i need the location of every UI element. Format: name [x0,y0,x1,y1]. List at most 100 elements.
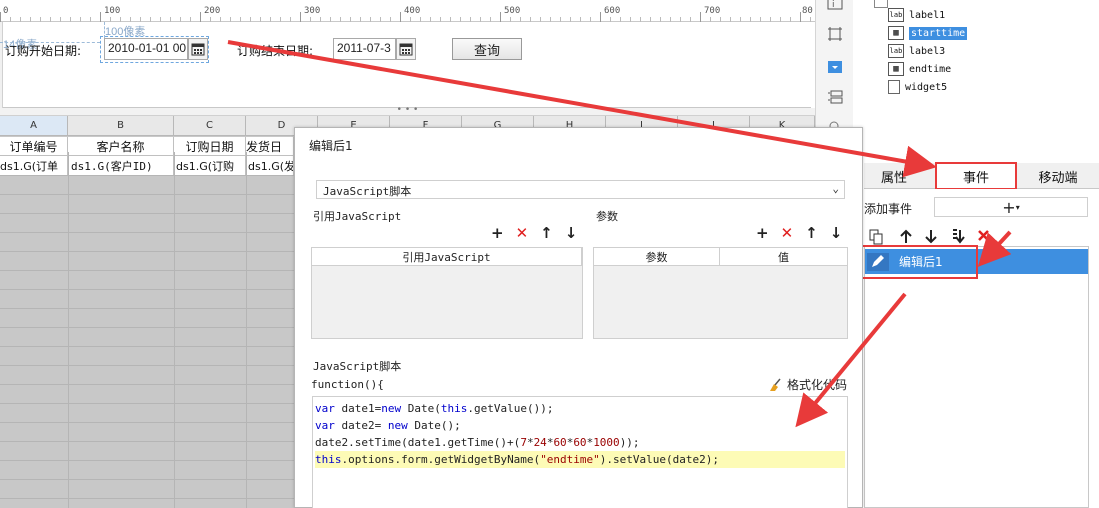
ruler-tick [500,12,501,22]
script-section-label: JavaScript脚本 [313,360,402,373]
layout-icon[interactable] [826,88,844,106]
grid-line [174,152,175,508]
move-down-icon[interactable]: ↓ [565,224,578,242]
calendar-widget-icon: ▦ [888,26,904,40]
ruler-mark: 600 [604,6,621,16]
add-icon: + [1002,197,1016,217]
tab-properties[interactable]: 属性 [864,163,924,189]
value-column-header: 值 [778,250,789,264]
column-header-b[interactable]: B [68,116,174,136]
ruler-tick [700,12,701,22]
svg-text:i: i [832,0,835,10]
ruler-mark: 500 [504,6,521,16]
ruler-mark: 200 [204,6,221,16]
tree-item-endtime[interactable]: ▦ endtime [888,60,951,78]
ruler-tick [200,12,201,22]
column-header-c[interactable]: C [174,116,246,136]
code-line-4: this.options.form.getWidgetByName("endti… [315,451,845,468]
info-icon[interactable]: i [826,0,844,12]
param-column-header: 参数 [594,248,720,265]
ruler-tick [800,12,801,22]
edit-event-dialog: 编辑后1 JavaScript脚本 ⌄ 引用JavaScript 参数 + ✕ … [294,127,863,508]
start-calendar-button[interactable] [188,38,208,60]
ruler-tick [300,12,301,22]
ruler-tick [0,12,1,22]
ref-js-table[interactable]: 引用JavaScript [311,247,583,339]
label-widget-icon: lab [888,44,904,58]
ruler-mark: 700 [704,6,721,16]
ruler-mark: 80 [802,6,813,16]
tree-item-widget5[interactable]: widget5 [888,78,947,96]
tree-item-starttime[interactable]: ▦ starttime [888,24,968,42]
ref-js-label: 引用JavaScript [313,210,402,223]
move-down-icon [925,230,937,244]
form-splitter[interactable]: • • • [0,106,815,116]
end-calendar-button[interactable] [396,38,416,60]
format-code-label: 格式化代码 [787,378,848,392]
delete-icon[interactable]: ✕ [516,224,529,242]
data-cell[interactable]: ds1.G(订购 [174,156,246,175]
script-type-select[interactable]: JavaScript脚本 ⌄ [316,180,845,199]
code-line-1: var date1=new Date(this.getValue()); [315,402,554,415]
dialog-title: 编辑后1 [309,139,353,153]
widget-tree: lab label1 ▦ starttime lab label3 ▦ endtime … [853,0,1099,160]
start-date-input[interactable]: 2010-01-01 00 [104,38,188,60]
code-line-3: date2.setTime(date1.getTime()+(7*24*60*6… [315,436,640,449]
ref-js-column-header: 引用JavaScript [312,248,582,265]
annotation-box-events-tab [935,162,1017,190]
move-up-icon [900,229,912,243]
tree-item-label1[interactable]: lab label1 [888,6,945,24]
tree-item-label3[interactable]: lab label3 [888,42,945,60]
calendar-icon [191,43,205,56]
document-icon [888,80,900,94]
add-event-button[interactable]: + ▾ [934,197,1088,217]
column-header-a[interactable]: A [0,116,68,136]
dropdown-icon[interactable] [826,58,844,76]
data-cell[interactable]: ds1.G(订单 [0,156,68,175]
folder-icon [874,0,888,8]
tab-mobile[interactable]: 移动端 [1024,163,1092,189]
broom-icon [770,378,781,391]
event-toolbar [866,226,1088,246]
calendar-icon [399,43,413,56]
start-date-label: 订购开始日期: [5,44,82,58]
data-cell[interactable]: ds1.G(发 [246,156,294,175]
ref-js-toolbar: + ✕ ↑ ↓ [491,224,577,242]
end-date-input[interactable]: 2011-07-3 [333,38,396,60]
function-signature: function(){ [311,378,384,391]
move-down-icon[interactable]: ↓ [830,224,843,242]
chevron-down-icon: ▾ [1015,202,1020,212]
script-editor[interactable]: var date1=new Date(this.getValue()); var… [312,396,848,508]
event-toolbar-icons [869,229,989,245]
grid-line [68,152,69,508]
params-table[interactable]: 参数 值 [593,247,848,339]
move-bottom-icon [953,229,965,244]
add-icon[interactable]: + [756,224,769,242]
header-cell[interactable]: 订单编号 [0,137,68,156]
format-code-button[interactable]: 格式化代码 [768,376,847,393]
script-type-value: JavaScript脚本 [323,185,412,198]
grid-line [246,152,247,508]
ruler-mark: 100 [104,6,121,16]
copy-icon [869,229,883,245]
add-icon[interactable]: + [491,224,504,242]
query-button[interactable]: 查询 [452,38,522,60]
data-cell[interactable]: ds1.G(客户ID) [68,156,174,175]
delete-icon[interactable]: ✕ [781,224,794,242]
crop-icon[interactable] [826,25,844,43]
horizontal-ruler: 0 100 200 300 400 500 600 700 80 [0,0,815,22]
header-cell[interactable]: 发货日 [246,137,294,156]
label-widget-icon: lab [888,8,904,22]
params-label: 参数 [596,210,618,223]
ruler-mark: 300 [304,6,321,16]
end-date-label: 订购结束日期: [237,44,314,58]
move-up-icon[interactable]: ↑ [805,224,818,242]
header-cell[interactable]: 订购日期 [174,137,246,156]
move-up-icon[interactable]: ↑ [540,224,553,242]
header-cell[interactable]: 客户名称 [68,137,174,156]
ruler-tick [400,12,401,22]
ruler-mark: 0 [3,6,9,16]
ruler-mark: 400 [404,6,421,16]
calendar-widget-icon: ▦ [888,62,904,76]
delete-icon [978,230,989,241]
